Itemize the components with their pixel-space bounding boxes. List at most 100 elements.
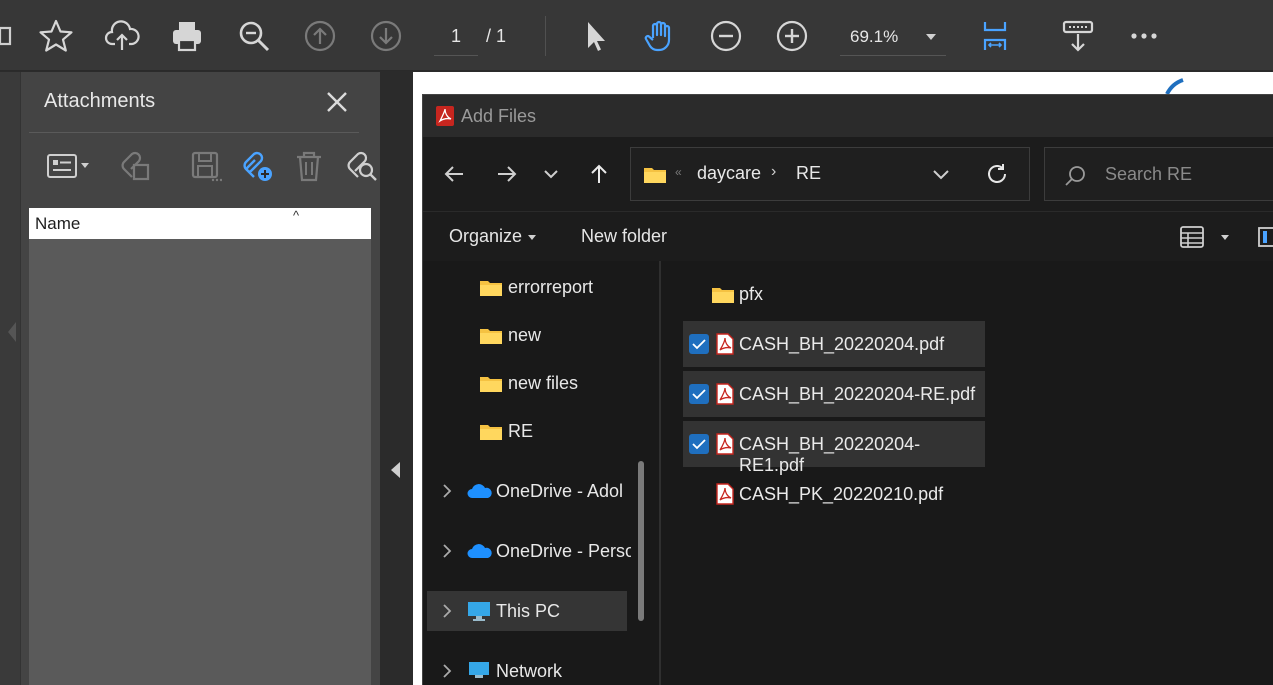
- chevron-right-icon[interactable]: [441, 603, 453, 619]
- tree-item-onedrive-1[interactable]: OneDrive - Adol: [423, 471, 637, 511]
- file-item-pdf[interactable]: CASH_PK_20220210.pdf: [683, 471, 985, 517]
- command-bar: Organize New folder: [423, 211, 1273, 261]
- folder-icon: [644, 168, 666, 183]
- file-name: CASH_BH_20220204.pdf: [739, 334, 945, 354]
- folder-icon: [480, 329, 502, 344]
- file-list: pfx CASH_BH_20220204.pdf CASH_BH_2022020…: [661, 261, 1273, 685]
- new-folder-button[interactable]: New folder: [581, 226, 667, 247]
- select-cursor-icon[interactable]: [572, 14, 616, 58]
- organize-button[interactable]: Organize: [449, 226, 537, 247]
- panel-splitter[interactable]: [380, 72, 413, 685]
- dialog-title: Add Files: [461, 106, 537, 126]
- file-name: CASH_BH_20220204-RE1.pdf: [739, 434, 921, 475]
- zoom-in-icon[interactable]: [770, 14, 814, 58]
- chevron-down-icon[interactable]: [931, 164, 951, 184]
- more-icon[interactable]: [1122, 14, 1166, 58]
- tree-item-this-pc[interactable]: This PC: [427, 591, 627, 631]
- tree-item-label: Network: [496, 661, 563, 681]
- options-list-icon[interactable]: [41, 146, 97, 186]
- folder-icon: [480, 425, 502, 440]
- sort-ascending-icon: ^: [293, 208, 300, 223]
- address-bar[interactable]: « daycare › RE: [630, 147, 1030, 201]
- star-icon[interactable]: [34, 14, 78, 58]
- add-attachment-icon[interactable]: [237, 146, 277, 186]
- close-icon[interactable]: [321, 86, 353, 118]
- tree-item-label: new files: [508, 373, 579, 393]
- refresh-icon[interactable]: [983, 160, 1011, 188]
- chevron-right-icon[interactable]: [441, 543, 453, 559]
- scroll-mode-icon[interactable]: [1056, 14, 1100, 58]
- page-number-input[interactable]: 1: [434, 18, 478, 56]
- file-name: CASH_PK_20220210.pdf: [739, 484, 944, 504]
- view-options-button[interactable]: [1179, 222, 1235, 252]
- fit-page-icon[interactable]: [975, 14, 1019, 58]
- divider: [29, 132, 359, 133]
- tree-item-label: errorreport: [508, 277, 594, 297]
- checkbox[interactable]: [689, 334, 709, 354]
- checkbox[interactable]: [689, 434, 709, 454]
- breadcrumb-separator: ›: [771, 163, 777, 180]
- hand-tool-icon[interactable]: [638, 14, 682, 58]
- back-icon[interactable]: [439, 159, 469, 189]
- search-placeholder: Search RE: [1105, 164, 1193, 184]
- search-icon: [1065, 166, 1085, 186]
- tree-item-errorreport[interactable]: errorreport: [423, 267, 659, 307]
- onedrive-icon: [467, 484, 492, 498]
- save-attachment-icon[interactable]: [185, 146, 225, 186]
- pdf-icon: [716, 383, 734, 405]
- onedrive-icon: [467, 544, 492, 558]
- breadcrumb-daycare[interactable]: daycare: [697, 163, 761, 184]
- tree-item-label: OneDrive - Adol: [496, 481, 624, 501]
- page-down-icon[interactable]: [364, 14, 408, 58]
- forward-icon[interactable]: [492, 159, 522, 189]
- tree-item-new-files[interactable]: new files: [423, 363, 659, 403]
- print-icon[interactable]: [165, 14, 209, 58]
- name-column-header[interactable]: Name ^: [29, 208, 371, 239]
- network-icon: [469, 662, 489, 678]
- zoom-level-value: 69.1%: [850, 26, 899, 46]
- address-overflow[interactable]: «: [675, 165, 682, 179]
- tree-item-network[interactable]: Network: [423, 651, 659, 685]
- chevron-down-icon: [1221, 234, 1229, 240]
- left-rail: [0, 72, 20, 685]
- tree-scrollbar[interactable]: [638, 461, 644, 621]
- pdf-icon: [716, 483, 734, 505]
- tree-item-onedrive-2[interactable]: OneDrive - Perso: [423, 531, 631, 571]
- search-box[interactable]: Search RE: [1044, 147, 1273, 201]
- cloud-upload-icon[interactable]: [100, 14, 144, 58]
- checkbox[interactable]: [689, 384, 709, 404]
- file-item-pfx[interactable]: pfx: [683, 271, 985, 317]
- file-item-pdf[interactable]: CASH_BH_20220204.pdf: [683, 321, 985, 367]
- pdf-icon: [716, 433, 734, 455]
- name-column-label: Name: [35, 213, 81, 233]
- file-item-pdf[interactable]: CASH_BH_20220204-RE1.pdf: [683, 421, 985, 475]
- breadcrumb-re[interactable]: RE: [796, 163, 821, 184]
- recent-locations-icon[interactable]: [536, 159, 566, 189]
- pdf-icon: [436, 106, 454, 126]
- zoom-out-icon[interactable]: [704, 14, 748, 58]
- checkmark-icon: [692, 339, 706, 350]
- chevron-right-icon[interactable]: [441, 483, 453, 499]
- open-attachment-icon[interactable]: [115, 146, 155, 186]
- checkmark-icon: [692, 439, 706, 450]
- up-folder-icon[interactable]: [584, 159, 614, 189]
- delete-attachment-icon[interactable]: [289, 146, 329, 186]
- main-toolbar: 1 / 1 69.1%: [0, 0, 1273, 71]
- file-name: pfx: [739, 284, 764, 304]
- file-item-pdf[interactable]: CASH_BH_20220204-RE.pdf: [683, 371, 985, 417]
- preview-pane-icon[interactable]: [1257, 226, 1273, 248]
- home-icon[interactable]: [0, 14, 20, 58]
- collapse-handle-icon[interactable]: [8, 322, 16, 342]
- zoom-search-icon[interactable]: [232, 14, 276, 58]
- collapse-panel-icon[interactable]: [391, 462, 400, 478]
- page-up-icon[interactable]: [298, 14, 342, 58]
- zoom-level-select[interactable]: 69.1%: [840, 18, 946, 56]
- navigation-tree: errorreport new new files RE OneDrive - …: [423, 261, 661, 685]
- page-total: / 1: [486, 26, 507, 46]
- search-attachment-icon[interactable]: [341, 146, 381, 186]
- chevron-right-icon[interactable]: [441, 663, 453, 679]
- tree-item-label: OneDrive - Perso: [496, 541, 631, 561]
- tree-item-new[interactable]: new: [423, 315, 659, 355]
- tree-item-re[interactable]: RE: [423, 411, 659, 451]
- file-name: CASH_BH_20220204-RE.pdf: [739, 384, 976, 404]
